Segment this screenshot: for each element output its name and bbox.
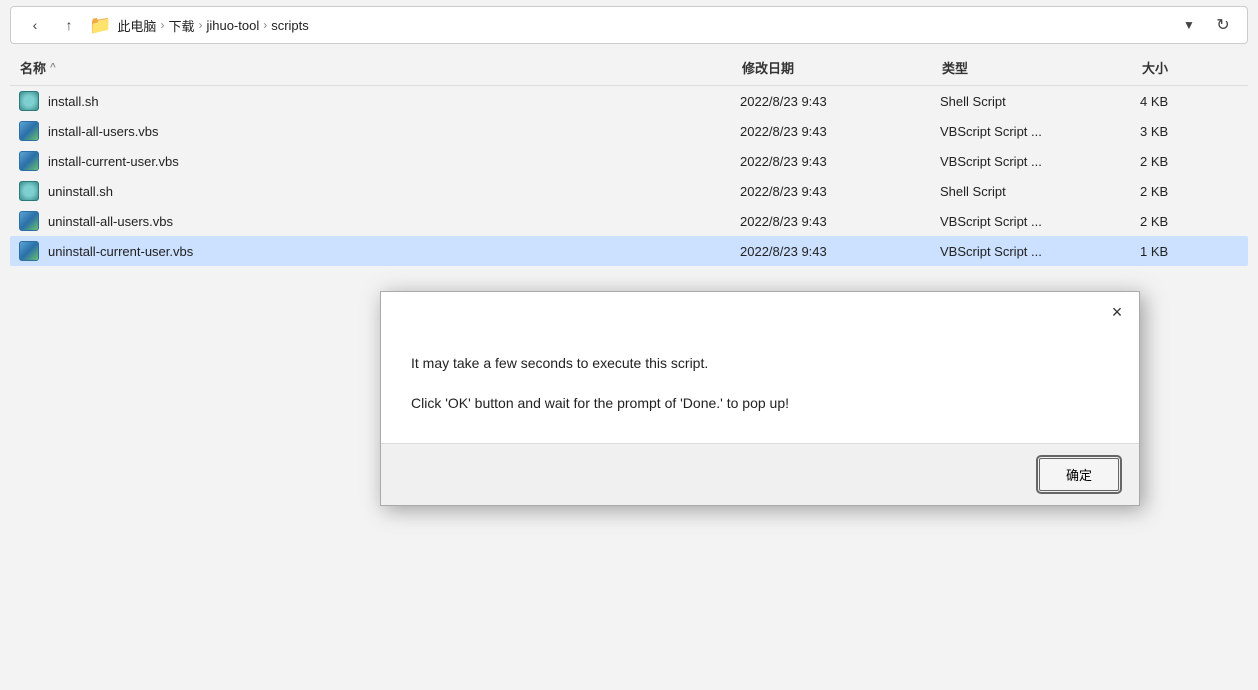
dialog-ok-button[interactable]: 确定 xyxy=(1039,458,1119,491)
dialog: × It may take a few seconds to execute t… xyxy=(380,291,1140,506)
dialog-close-button[interactable]: × xyxy=(1103,298,1131,326)
dialog-body: It may take a few seconds to execute thi… xyxy=(381,332,1139,443)
dialog-title-bar: × xyxy=(381,292,1139,332)
dialog-line2: Click 'OK' button and wait for the promp… xyxy=(411,392,1109,414)
dialog-overlay: × It may take a few seconds to execute t… xyxy=(0,6,1258,690)
dialog-footer: 确定 xyxy=(381,443,1139,505)
dialog-line1: It may take a few seconds to execute thi… xyxy=(411,352,1109,374)
